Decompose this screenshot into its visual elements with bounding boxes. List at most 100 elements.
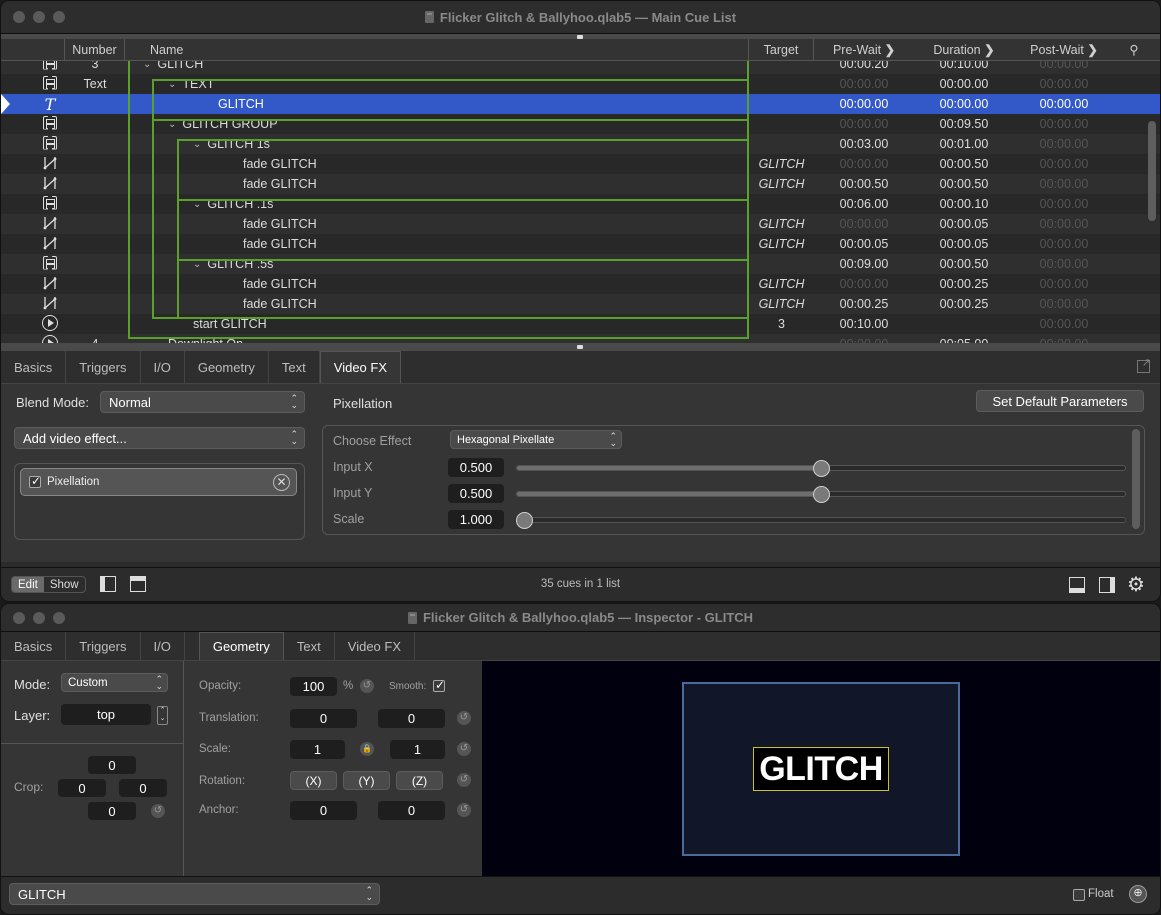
playhead-cell[interactable] bbox=[1, 174, 35, 194]
cue-post-wait[interactable]: 00:00.00 bbox=[1014, 157, 1114, 171]
tab-text[interactable]: Text bbox=[269, 351, 320, 383]
tab-video-fx[interactable]: Video FX bbox=[320, 351, 401, 383]
opacity-field[interactable]: 100 bbox=[290, 677, 337, 696]
reset-translation-icon[interactable]: ↺ bbox=[457, 711, 471, 725]
tab-text[interactable]: Text bbox=[284, 632, 335, 660]
smooth-checkbox[interactable] bbox=[433, 680, 445, 692]
cue-row[interactable]: ⌄GLITCH GROUP00:00.0000:09.5000:00.00 bbox=[1, 114, 1160, 134]
cue-pre-wait[interactable]: 00:00.00 bbox=[814, 157, 914, 171]
cue-duration[interactable]: 00:10.00 bbox=[914, 61, 1014, 71]
cue-duration[interactable]: 00:01.00 bbox=[914, 137, 1014, 151]
cue-duration[interactable]: 00:00.50 bbox=[914, 177, 1014, 191]
cue-post-wait[interactable]: 00:00.00 bbox=[1014, 237, 1114, 251]
inspector-titlebar[interactable]: Flicker Glitch & Ballyhoo.qlab5 — Inspec… bbox=[1, 604, 1160, 632]
choose-effect-select[interactable]: Hexagonal Pixellate ⌃⌄ bbox=[450, 430, 622, 449]
cue-name-cell[interactable]: fade GLITCH bbox=[125, 234, 749, 254]
cue-duration[interactable]: 00:00.10 bbox=[914, 197, 1014, 211]
cue-post-wait[interactable]: 00:00.00 bbox=[1014, 97, 1114, 111]
cue-pre-wait[interactable]: 00:00.00 bbox=[814, 277, 914, 291]
cue-name-cell[interactable]: ⌄GLITCH 1s bbox=[125, 134, 749, 154]
cue-name-cell[interactable]: fade GLITCH bbox=[125, 294, 749, 314]
cue-name-cell[interactable]: Downlight On bbox=[125, 334, 749, 343]
main-titlebar[interactable]: Flicker Glitch & Ballyhoo.qlab5 — Main C… bbox=[1, 1, 1160, 34]
cue-name-cell[interactable]: fade GLITCH bbox=[125, 174, 749, 194]
reset-scale-icon[interactable]: ↺ bbox=[457, 742, 471, 756]
cue-row[interactable]: fade GLITCHGLITCH00:00.0000:00.0500:00.0… bbox=[1, 214, 1160, 234]
cue-pre-wait[interactable]: 00:00.20 bbox=[814, 61, 914, 71]
cue-duration[interactable]: 00:00.05 bbox=[914, 237, 1014, 251]
effect-item-pixellation[interactable]: Pixellation ✕ bbox=[20, 468, 297, 496]
cue-row[interactable]: ⌄GLITCH .1s00:06.0000:00.1000:00.00 bbox=[1, 194, 1160, 214]
playhead-cell[interactable] bbox=[1, 274, 35, 294]
blend-mode-select[interactable]: Normal ⌃⌄ bbox=[100, 391, 305, 413]
playhead-cell[interactable] bbox=[1, 194, 35, 214]
cue-post-wait[interactable]: 00:00.00 bbox=[1014, 137, 1114, 151]
chevron-down-icon[interactable]: ⌄ bbox=[168, 79, 176, 90]
slider-thumb[interactable] bbox=[813, 486, 830, 503]
param-slider[interactable] bbox=[516, 517, 1126, 523]
cue-row[interactable]: fade GLITCHGLITCH00:00.0000:00.2500:00.0… bbox=[1, 274, 1160, 294]
cue-pre-wait[interactable]: 00:00.25 bbox=[814, 297, 914, 311]
chevron-down-icon[interactable]: ⌄ bbox=[168, 119, 176, 130]
cue-row[interactable]: ⌄GLITCH 1s00:03.0000:01.0000:00.00 bbox=[1, 134, 1160, 154]
cue-pre-wait[interactable]: 00:09.00 bbox=[814, 257, 914, 271]
zoom-window-button[interactable] bbox=[53, 11, 65, 23]
reset-opacity-icon[interactable]: ↺ bbox=[360, 679, 374, 693]
add-video-effect-select[interactable]: Add video effect... ⌃⌄ bbox=[14, 427, 305, 449]
mode-select[interactable]: Custom ⌃⌄ bbox=[61, 673, 168, 692]
settings-gear-icon[interactable]: ⚙ bbox=[1127, 572, 1145, 597]
tab-triggers[interactable]: Triggers bbox=[66, 632, 140, 660]
header-name[interactable]: Name bbox=[125, 39, 749, 60]
cue-name-cell[interactable]: fade GLITCH bbox=[125, 214, 749, 234]
top-splitter[interactable] bbox=[1, 34, 1160, 39]
cue-post-wait[interactable]: 00:00.00 bbox=[1014, 197, 1114, 211]
playhead-cell[interactable] bbox=[1, 314, 35, 334]
cue-duration[interactable]: 00:00.00 bbox=[914, 97, 1014, 111]
scale-x-field[interactable]: 1 bbox=[290, 740, 345, 759]
cue-post-wait[interactable]: 00:00.00 bbox=[1014, 61, 1114, 71]
cue-pre-wait[interactable]: 00:10.00 bbox=[814, 317, 914, 331]
cue-duration[interactable]: 00:00.00 bbox=[914, 77, 1014, 91]
set-default-parameters-button[interactable]: Set Default Parameters bbox=[976, 390, 1144, 412]
param-value-field[interactable]: 0.500 bbox=[448, 484, 504, 503]
playhead-cell[interactable] bbox=[1, 61, 35, 74]
cue-post-wait[interactable]: 00:00.00 bbox=[1014, 297, 1114, 311]
reset-rotation-icon[interactable]: ↺ bbox=[457, 773, 471, 787]
playhead-cell[interactable] bbox=[1, 294, 35, 314]
playhead-cell[interactable] bbox=[1, 114, 35, 134]
anchor-x-field[interactable]: 0 bbox=[290, 801, 357, 820]
cue-name-cell[interactable]: fade GLITCH bbox=[125, 154, 749, 174]
chevron-down-icon[interactable]: ⌄ bbox=[143, 61, 151, 70]
remove-effect-icon[interactable]: ✕ bbox=[273, 474, 290, 491]
crop-right-field[interactable]: 0 bbox=[119, 779, 167, 797]
minimize-window-button[interactable] bbox=[33, 612, 45, 624]
playhead-cell[interactable] bbox=[1, 254, 35, 274]
cue-name-cell[interactable]: ⌄GLITCH .1s bbox=[125, 194, 749, 214]
tab-i-o[interactable]: I/O bbox=[141, 632, 185, 660]
translation-x-field[interactable]: 0 bbox=[290, 709, 357, 728]
rotate-y-button[interactable]: (Y) bbox=[343, 771, 390, 790]
popout-inspector-icon[interactable] bbox=[1137, 360, 1150, 373]
tab-geometry[interactable]: Geometry bbox=[185, 351, 269, 383]
cue-row[interactable]: start GLITCH300:10.0000:00.00 bbox=[1, 314, 1160, 334]
cue-duration[interactable]: 00:00.50 bbox=[914, 157, 1014, 171]
header-post-wait[interactable]: Post-Wait ❯ bbox=[1014, 39, 1114, 60]
inspector-splitter[interactable] bbox=[1, 343, 1160, 351]
toggle-lists-panel-icon[interactable] bbox=[1099, 577, 1115, 593]
cue-list-scrollbar[interactable] bbox=[1148, 121, 1156, 221]
crop-bottom-field[interactable]: 0 bbox=[88, 802, 136, 820]
float-checkbox[interactable] bbox=[1073, 889, 1085, 901]
cue-row[interactable]: TGLITCH00:00.0000:00.0000:00.00 bbox=[1, 94, 1160, 114]
cue-row[interactable]: fade GLITCHGLITCH00:00.0000:00.5000:00.0… bbox=[1, 154, 1160, 174]
tab-basics[interactable]: Basics bbox=[1, 632, 66, 660]
tab-basics[interactable]: Basics bbox=[1, 351, 66, 383]
cue-pre-wait[interactable]: 00:00.00 bbox=[814, 97, 914, 111]
playhead-cell[interactable] bbox=[1, 334, 35, 343]
continue-mode-header[interactable]: ⚲ bbox=[1114, 39, 1154, 60]
cue-duration[interactable]: 00:00.05 bbox=[914, 217, 1014, 231]
cue-row[interactable]: fade GLITCHGLITCH00:00.2500:00.2500:00.0… bbox=[1, 294, 1160, 314]
cue-post-wait[interactable]: 00:00.00 bbox=[1014, 257, 1114, 271]
cue-number[interactable]: Text bbox=[65, 77, 125, 91]
cue-pre-wait[interactable]: 00:00.00 bbox=[814, 117, 914, 131]
cue-duration[interactable]: 00:09.50 bbox=[914, 117, 1014, 131]
